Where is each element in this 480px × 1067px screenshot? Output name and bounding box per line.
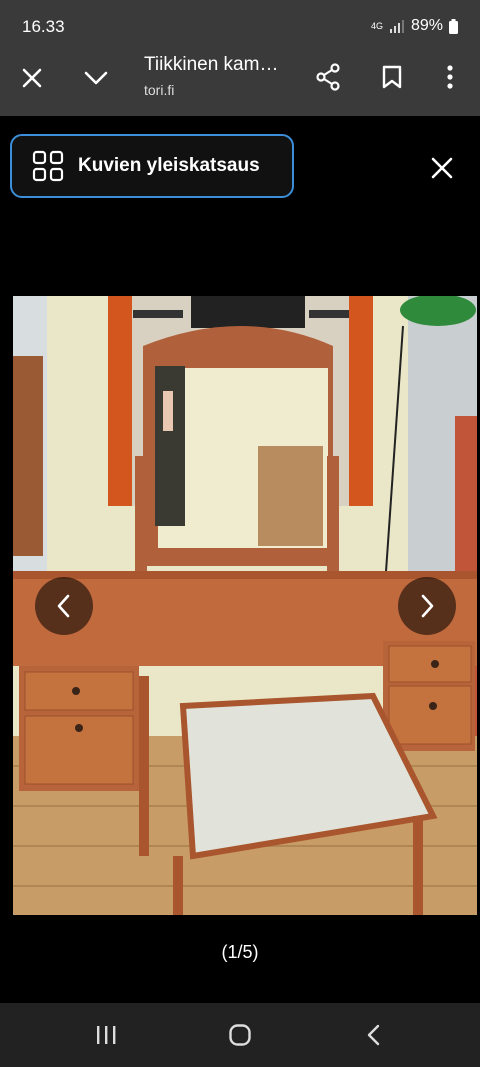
grid-icon xyxy=(32,150,64,182)
network-type: 4G xyxy=(370,20,383,31)
recents-button[interactable] xyxy=(86,1017,126,1053)
status-bar: 16.33 4G 89% xyxy=(0,0,480,52)
system-navigation-bar xyxy=(0,1003,480,1067)
status-time: 16.33 xyxy=(22,17,65,36)
next-image-button[interactable] xyxy=(398,577,456,635)
share-button[interactable] xyxy=(310,59,346,95)
bookmark-button[interactable] xyxy=(374,59,410,95)
home-icon xyxy=(229,1024,251,1046)
chevron-down-icon xyxy=(84,71,108,85)
close-icon xyxy=(431,157,453,179)
chevron-right-icon xyxy=(421,594,434,618)
previous-image-button[interactable] xyxy=(35,577,93,635)
home-button[interactable] xyxy=(220,1017,260,1053)
recents-icon xyxy=(97,1026,116,1044)
image-counter: (1/5) xyxy=(221,942,259,962)
status-icons: 4G 89% xyxy=(371,17,458,35)
more-vert-icon xyxy=(447,65,453,89)
battery-icon xyxy=(449,18,458,34)
back-icon xyxy=(367,1024,380,1046)
page-domain: tori.fi xyxy=(144,82,175,98)
chevron-left-icon xyxy=(57,594,70,618)
bookmark-icon xyxy=(382,65,402,89)
collapse-button[interactable] xyxy=(78,60,114,96)
close-icon xyxy=(22,68,42,88)
signal-icon xyxy=(389,20,404,33)
back-button[interactable] xyxy=(354,1017,394,1053)
close-gallery-button[interactable] xyxy=(424,150,460,186)
page-title: Tiikkinen kam… xyxy=(144,54,279,75)
more-options-button[interactable] xyxy=(432,59,468,95)
page-title-block[interactable]: Tiikkinen kam… tori.fi xyxy=(144,54,278,98)
image-overview-button[interactable]: Kuvien yleiskatsaus xyxy=(10,134,294,198)
image-overview-label: Kuvien yleiskatsaus xyxy=(78,155,260,176)
share-icon xyxy=(316,63,340,91)
battery-percent: 89% xyxy=(410,17,443,34)
close-tab-button[interactable] xyxy=(14,60,50,96)
